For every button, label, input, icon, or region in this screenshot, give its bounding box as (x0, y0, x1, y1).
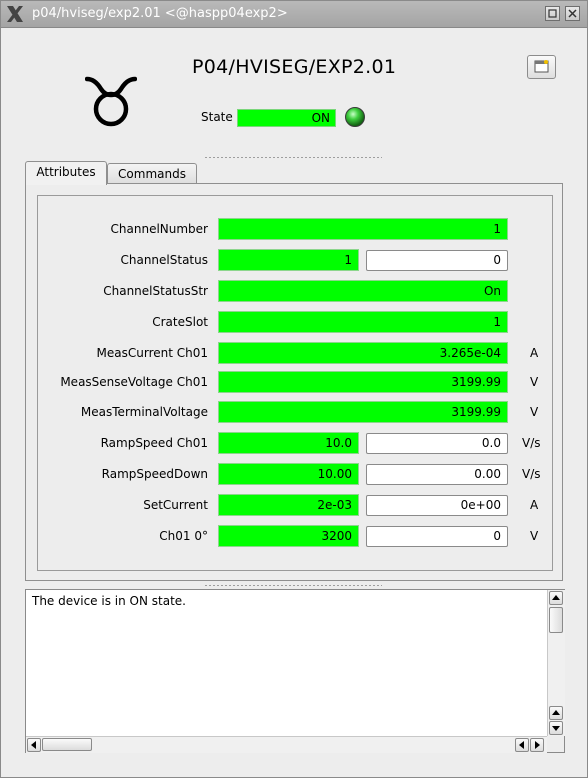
arrow-up-icon (552, 595, 560, 600)
attr-label-channelstatus: ChannelStatus (120, 253, 208, 267)
scroll-left-button[interactable] (27, 738, 41, 752)
tab-commands[interactable]: Commands (107, 163, 197, 185)
attr-read-channelstatusstr: On (218, 280, 508, 302)
state-led-icon (345, 107, 365, 127)
arrow-up-icon (552, 710, 560, 715)
state-value: ON (237, 109, 336, 127)
tab-commands-label: Commands (118, 167, 186, 181)
device-name: P04/HVISEG/EXP2.01 (192, 56, 397, 78)
attr-unit-measterminalvoltage: V (530, 405, 539, 419)
status-message: The device is in ON state. (32, 594, 186, 608)
window-icon (534, 60, 549, 73)
arrow-left-icon (519, 741, 524, 749)
attr-unit-rampspeeddown: V/s (522, 467, 541, 481)
attr-label-measterminalvoltage: MeasTerminalVoltage (80, 405, 208, 419)
horizontal-scroll-thumb[interactable] (42, 738, 92, 751)
x-window-icon[interactable] (5, 4, 25, 24)
horizontal-scrollbar[interactable] (26, 736, 547, 753)
attr-read-measterminalvoltage: 3199.99 (218, 401, 508, 423)
attr-read-meascurrent: 3.265e-04 (218, 342, 508, 364)
attr-unit-meascurrent: A (530, 346, 539, 360)
attr-label-ch01-voltage: Ch01 0° (159, 529, 208, 543)
maximize-button[interactable] (545, 6, 560, 21)
scroll-right-button[interactable] (530, 738, 544, 752)
taurus-logo-icon (85, 76, 137, 127)
attr-unit-rampspeed: V/s (522, 436, 541, 450)
status-message-box[interactable]: The device is in ON state. (25, 589, 565, 753)
attr-write-channelstatus[interactable]: 0 (366, 250, 508, 271)
state-label: State (201, 110, 233, 124)
vertical-scroll-thumb[interactable] (549, 607, 563, 633)
attr-read-setcurrent: 2e-03 (218, 494, 359, 516)
arrow-right-icon (535, 741, 540, 749)
attr-label-crateslot: CrateSlot (152, 315, 208, 329)
tab-attributes-label: Attributes (36, 165, 96, 179)
attributes-pane: ChannelNumber 1 ChannelStatus 1 0 Channe… (25, 183, 563, 581)
attr-label-meassensevoltage: MeasSenseVoltage Ch01 (60, 375, 208, 389)
scroll-up-button[interactable] (549, 591, 563, 605)
attr-unit-setcurrent: A (530, 498, 539, 512)
close-icon (568, 9, 577, 18)
attr-label-rampspeeddown: RampSpeedDown (101, 467, 208, 481)
close-button[interactable] (565, 6, 580, 21)
app-window: p04/hviseg/exp2.01 <@haspp04exp2> P04/HV… (0, 0, 588, 778)
attr-write-setcurrent[interactable]: 0e+00 (366, 495, 508, 516)
maximize-icon (548, 9, 557, 18)
scroll-left-button-right[interactable] (515, 738, 529, 752)
arrow-left-icon (31, 741, 36, 749)
attr-read-crateslot: 1 (218, 311, 508, 333)
window-title: p04/hviseg/exp2.01 <@haspp04exp2> (32, 6, 288, 21)
scroll-up-button-lower[interactable] (549, 706, 563, 720)
attr-label-rampspeed: RampSpeed Ch01 (100, 436, 208, 450)
attr-write-ch01-voltage[interactable]: 0 (366, 526, 508, 547)
attr-unit-meassensevoltage: V (530, 375, 539, 389)
attr-read-rampspeed: 10.0 (218, 432, 359, 454)
vertical-scrollbar[interactable] (547, 590, 565, 736)
attr-write-rampspeed[interactable]: 0.0 (366, 433, 508, 454)
attr-label-setcurrent: SetCurrent (143, 498, 208, 512)
splitter-handle-bottom[interactable] (204, 584, 382, 587)
scroll-corner (547, 736, 564, 752)
attr-read-meassensevoltage: 3199.99 (218, 371, 508, 393)
attr-read-rampspeeddown: 10.00 (218, 463, 359, 485)
attributes-form: ChannelNumber 1 ChannelStatus 1 0 Channe… (37, 195, 553, 571)
attr-label-channelstatusstr: ChannelStatusStr (103, 284, 208, 298)
device-panel-button[interactable] (527, 55, 556, 79)
title-bar[interactable]: p04/hviseg/exp2.01 <@haspp04exp2> (1, 1, 587, 28)
attr-label-meascurrent: MeasCurrent Ch01 (96, 346, 208, 360)
attr-label-channelnumber: ChannelNumber (110, 222, 208, 236)
attr-write-rampspeeddown[interactable]: 0.00 (366, 464, 508, 485)
attr-unit-ch01-voltage: V (530, 529, 539, 543)
attr-read-ch01-voltage: 3200 (218, 525, 359, 547)
attr-read-channelnumber: 1 (218, 218, 508, 240)
tab-attributes[interactable]: Attributes (25, 161, 107, 185)
scroll-down-button[interactable] (549, 721, 563, 735)
splitter-handle[interactable] (204, 156, 382, 159)
attr-read-channelstatus: 1 (218, 249, 359, 271)
arrow-down-icon (552, 726, 560, 731)
